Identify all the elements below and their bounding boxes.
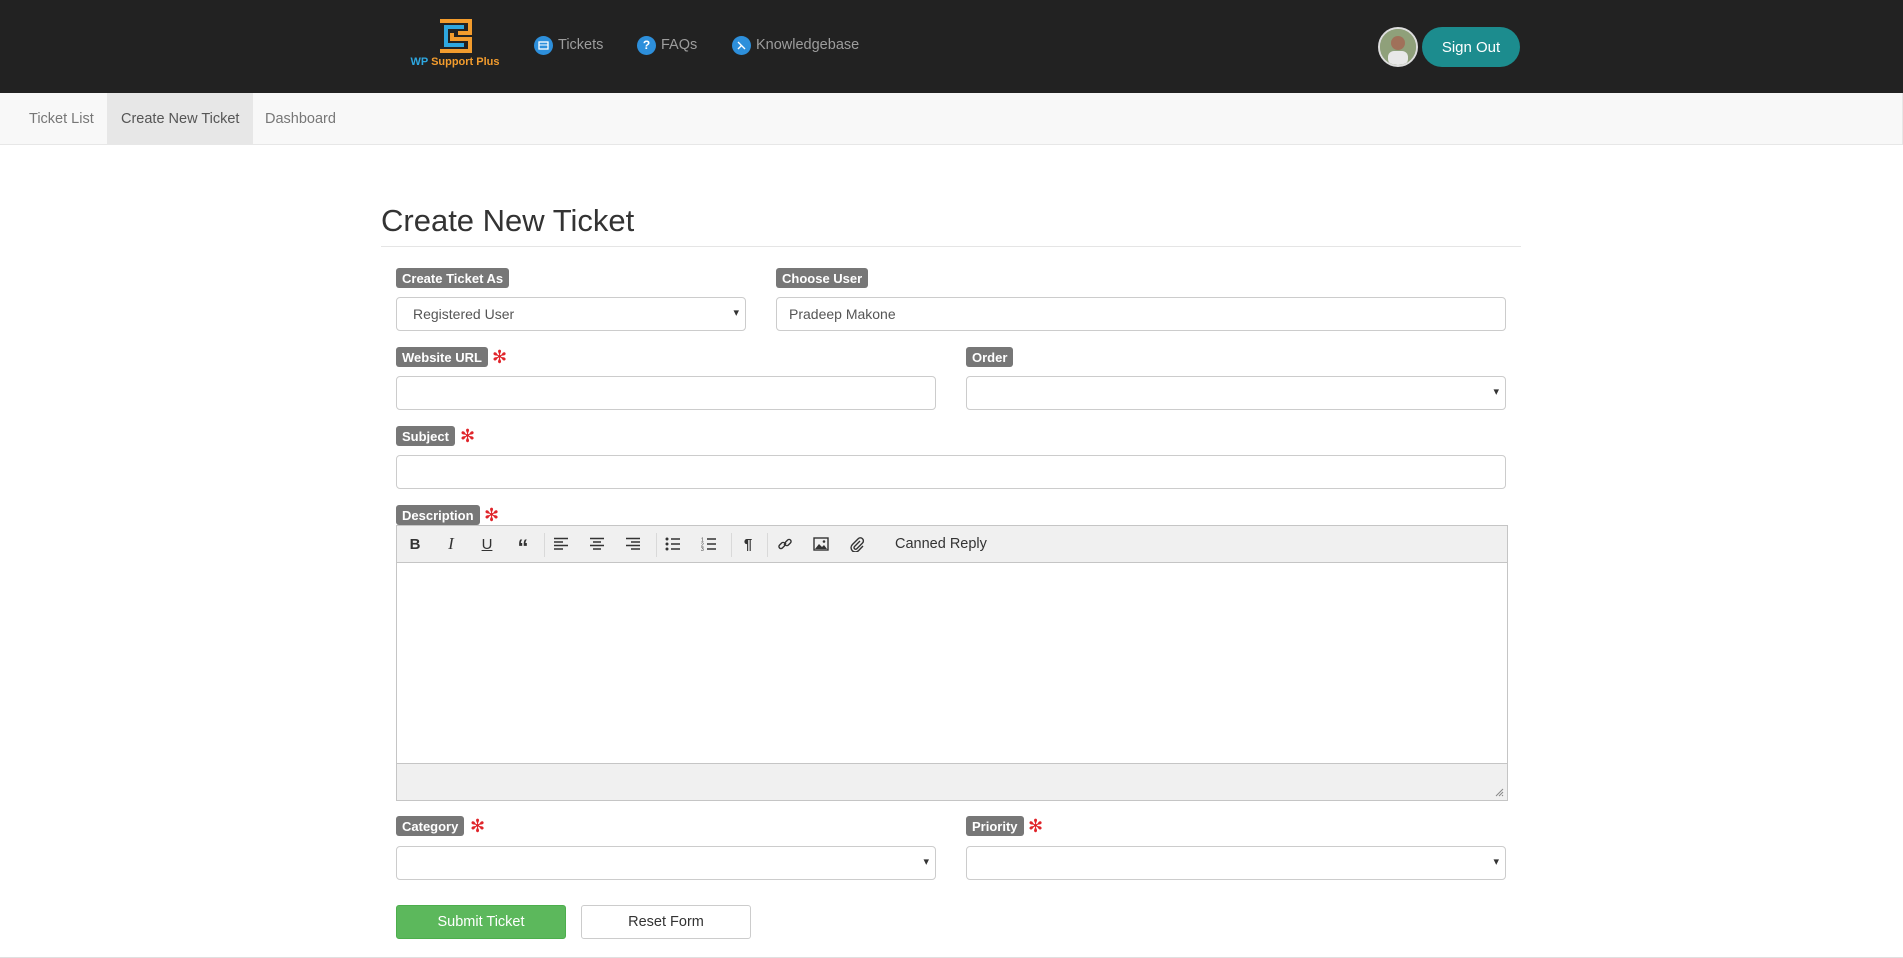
subnav-create-new-ticket[interactable]: Create New Ticket — [107, 93, 254, 144]
subject-label: Subject — [396, 426, 455, 446]
ticket-icon — [534, 35, 553, 55]
align-left-icon[interactable] — [547, 532, 575, 556]
description-textarea[interactable] — [397, 564, 1507, 763]
question-icon: ? — [637, 35, 656, 55]
underline-icon[interactable]: U — [473, 532, 501, 556]
wp-support-plus-logo[interactable]: WP Support Plus — [410, 19, 500, 71]
toolbar-separator — [731, 533, 732, 557]
align-center-icon[interactable] — [583, 532, 611, 556]
description-required-icon: ✻ — [484, 505, 500, 525]
category-required-icon: ✻ — [470, 816, 486, 836]
topnav-tickets[interactable]: Tickets — [534, 34, 603, 56]
topnav-faqs[interactable]: ? FAQs — [637, 34, 697, 56]
logo-text-support-plus: Support Plus — [431, 56, 500, 68]
category-select[interactable] — [396, 846, 936, 880]
image-icon[interactable] — [807, 532, 835, 556]
bullet-list-icon[interactable] — [659, 532, 687, 556]
topnav-knowledgebase[interactable]: Knowledgebase — [732, 34, 859, 56]
logo-mark-icon — [440, 19, 472, 53]
priority-label: Priority — [966, 816, 1024, 836]
attachment-icon[interactable] — [843, 532, 871, 556]
website-url-label: Website URL — [396, 347, 488, 367]
topnav-tickets-label: Tickets — [558, 37, 604, 53]
bold-icon[interactable]: B — [401, 532, 429, 556]
paragraph-direction-icon[interactable]: ¶ — [734, 532, 762, 556]
numbered-list-icon[interactable]: 123 — [695, 532, 723, 556]
toolbar-separator — [544, 533, 545, 557]
page-title: Create New Ticket — [381, 203, 635, 238]
choose-user-label: Choose User — [776, 268, 869, 288]
knowledgebase-icon — [732, 35, 751, 55]
avatar-image — [1380, 29, 1416, 65]
editor-toolbar: B I U “ 123 ¶ Canned Reply — [397, 526, 1507, 563]
logo-text: WP Support Plus — [410, 56, 500, 68]
create-ticket-as-label: Create Ticket As — [396, 268, 510, 288]
website-url-input[interactable] — [396, 376, 936, 410]
link-icon[interactable] — [771, 532, 799, 556]
description-editor: B I U “ 123 ¶ Canned Reply — [396, 525, 1508, 801]
reset-form-button[interactable]: Reset Form — [581, 905, 751, 939]
align-right-icon[interactable] — [619, 532, 647, 556]
svg-text:3: 3 — [701, 547, 704, 551]
website-url-required-icon: ✻ — [492, 347, 508, 367]
top-navbar: WP Support Plus Tickets ? FAQs Knowledge… — [0, 0, 1903, 93]
order-label: Order — [966, 347, 1014, 367]
subject-required-icon: ✻ — [460, 426, 476, 446]
title-divider — [381, 246, 1521, 247]
sub-navbar: Ticket List Create New Ticket Dashboard — [0, 93, 1903, 145]
submit-ticket-button[interactable]: Submit Ticket — [396, 905, 566, 939]
subject-input[interactable] — [396, 455, 1506, 489]
subnav-dashboard[interactable]: Dashboard — [251, 93, 350, 144]
canned-reply-button[interactable]: Canned Reply — [895, 532, 987, 556]
category-label: Category — [396, 816, 465, 836]
description-label: Description — [396, 505, 480, 525]
order-select[interactable] — [966, 376, 1506, 410]
logo-text-wp: WP — [410, 56, 428, 68]
italic-icon[interactable]: I — [437, 532, 465, 556]
user-avatar[interactable] — [1378, 27, 1418, 67]
choose-user-input[interactable]: Pradeep Makone — [776, 297, 1506, 331]
priority-required-icon: ✻ — [1028, 816, 1044, 836]
topnav-knowledgebase-label: Knowledgebase — [756, 37, 860, 53]
subnav-ticket-list[interactable]: Ticket List — [15, 93, 108, 144]
toolbar-separator — [767, 533, 768, 557]
sign-out-button[interactable]: Sign Out — [1422, 27, 1520, 67]
resize-handle-icon[interactable] — [1495, 788, 1504, 797]
topnav-faqs-label: FAQs — [661, 37, 698, 53]
create-ticket-as-select[interactable]: Registered User — [396, 297, 746, 331]
blockquote-icon[interactable]: “ — [509, 532, 537, 560]
toolbar-separator — [656, 533, 657, 557]
editor-statusbar — [397, 763, 1507, 800]
priority-select[interactable] — [966, 846, 1506, 880]
